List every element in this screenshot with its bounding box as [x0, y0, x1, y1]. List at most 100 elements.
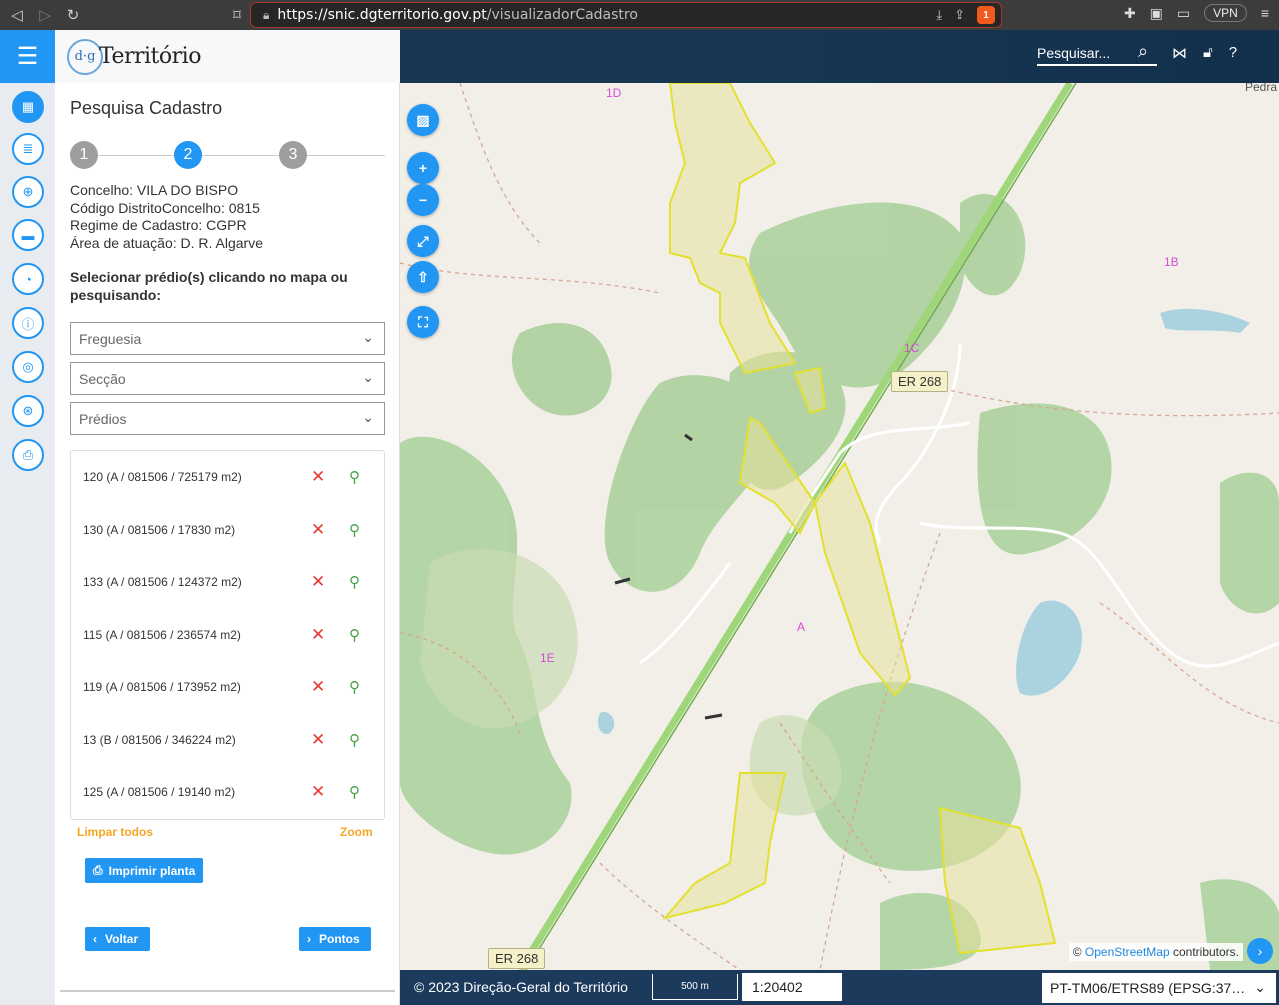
- bookmark-icon[interactable]: ⌑: [226, 4, 248, 26]
- remove-icon[interactable]: ✕: [311, 730, 325, 750]
- back-button[interactable]: ‹ Voltar: [85, 927, 150, 951]
- list-item: 130 (A / 081506 / 17830 m2) ✕ ⚲: [83, 520, 360, 540]
- layers-image-icon[interactable]: ▨: [407, 104, 439, 136]
- logo-word: Território: [99, 44, 201, 69]
- share-icon[interactable]: ⇪: [954, 7, 965, 23]
- url-text[interactable]: https://snic.dgterritorio.gov.pt/visuali…: [277, 7, 638, 23]
- remove-icon[interactable]: ✕: [311, 520, 325, 540]
- zoom-out-icon[interactable]: −: [407, 184, 439, 216]
- reload-icon[interactable]: ↻: [62, 4, 84, 26]
- chevron-down-icon: ⌄: [362, 409, 374, 425]
- concelho-text: Concelho: VILA DO BISPO: [70, 182, 239, 198]
- area-text: Área de atuação: D. R. Algarve: [70, 234, 263, 251]
- zoom-icon[interactable]: ⚲: [349, 678, 360, 696]
- install-icon[interactable]: ⤓: [936, 7, 942, 23]
- share-icon[interactable]: ⋈: [1172, 44, 1187, 62]
- remove-icon[interactable]: ✕: [311, 782, 325, 802]
- back-arrow-icon[interactable]: ◁: [6, 4, 28, 26]
- print-plan-button[interactable]: ⎙ Imprimir planta: [85, 858, 204, 883]
- regime-text: Regime de Cadastro: CGPR: [70, 217, 247, 233]
- chevron-down-icon: ⌄: [362, 329, 374, 345]
- info-icon[interactable]: ⓘ: [12, 307, 44, 339]
- app-header: ☰ d·g Território Pesquisar... ⌕ ⋈ 🔓︎ ?: [0, 30, 1279, 83]
- remove-icon[interactable]: ✕: [311, 467, 325, 487]
- area-label: 1C: [904, 341, 920, 355]
- ruler-icon[interactable]: ▬: [12, 219, 44, 251]
- zoom-icon[interactable]: ⚲: [349, 731, 360, 749]
- zoom-icon[interactable]: ⚲: [349, 626, 360, 644]
- codigo-text: Código DistritoConcelho: 0815: [70, 199, 260, 216]
- attribution-toggle-icon[interactable]: ›: [1247, 938, 1273, 964]
- remove-icon[interactable]: ✕: [311, 625, 325, 645]
- projection-select[interactable]: PT-TM06/ETRS89 (EPSG:37… ⌄: [1042, 973, 1276, 1003]
- palette-icon[interactable]: ◔: [12, 263, 44, 295]
- print-icon[interactable]: ⎙: [12, 439, 44, 471]
- extensions-icon[interactable]: ✚: [1124, 5, 1136, 22]
- zoom-icon[interactable]: ⚲: [349, 468, 360, 486]
- list-item: 120 (A / 081506 / 725179 m2) ✕ ⚲: [83, 467, 360, 487]
- predios-select[interactable]: Prédios ⌄: [70, 402, 385, 435]
- add-layer-icon[interactable]: ⊕: [12, 176, 44, 208]
- freguesia-select[interactable]: Freguesia ⌄: [70, 322, 385, 355]
- road-label: ER 268: [488, 948, 546, 969]
- zoom-icon[interactable]: ⚲: [349, 783, 360, 801]
- map-footer: © 2023 Direção-Geral do Território 500 m…: [400, 970, 1279, 1005]
- zoom-in-icon[interactable]: +: [407, 152, 439, 184]
- north-arrow-icon[interactable]: ⇧: [407, 261, 439, 293]
- address-bar[interactable]: 🔒︎ https://snic.dgterritorio.gov.pt/visu…: [250, 2, 1002, 28]
- list-item: 125 (A / 081506 / 19140 m2) ✕ ⚲: [83, 782, 360, 802]
- vpn-button[interactable]: VPN: [1204, 4, 1247, 22]
- next-button[interactable]: › Pontos: [299, 927, 371, 951]
- globe-icon[interactable]: ⊛: [12, 395, 44, 427]
- tool-rail: ▦ ≣ ⊕ ▬ ◔ ⓘ ◎ ⊛ ⎙: [0, 83, 55, 1005]
- help-icon[interactable]: ?: [1229, 44, 1237, 62]
- zoom-icon[interactable]: ⚲: [349, 521, 360, 539]
- panel-title: Pesquisa Cadastro: [70, 98, 223, 118]
- zoom-extent-icon[interactable]: ⛶: [407, 306, 439, 338]
- zoom-icon[interactable]: ⚲: [349, 573, 360, 591]
- road-label: ER 268: [891, 371, 949, 392]
- sidebar-icon[interactable]: ▣: [1150, 5, 1163, 22]
- stepper: 1 2 3: [70, 141, 385, 169]
- remove-icon[interactable]: ✕: [311, 572, 325, 592]
- step-2[interactable]: 2: [174, 141, 202, 169]
- step-3[interactable]: 3: [279, 141, 307, 169]
- lock-icon: 🔒︎: [263, 7, 270, 22]
- osm-link[interactable]: OpenStreetMap: [1085, 945, 1170, 959]
- list-item: 115 (A / 081506 / 236574 m2) ✕ ⚲: [83, 625, 360, 645]
- unlock-icon[interactable]: 🔓︎: [1203, 44, 1213, 62]
- search-icon[interactable]: ⌕: [1138, 41, 1148, 62]
- map-canvas[interactable]: ▨ + − ⤢ ⇧ ⛶ ER 268 ER 268 1D 1B 1C A 1E …: [400, 83, 1279, 970]
- step-1[interactable]: 1: [70, 141, 98, 169]
- fullscreen-icon[interactable]: ⤢: [407, 225, 439, 257]
- map-graphics: [400, 83, 1279, 970]
- print-icon: ⎙: [93, 863, 103, 877]
- area-label: 1E: [540, 651, 555, 665]
- place-label: Pedra: [1245, 83, 1278, 94]
- wallet-icon[interactable]: ▭: [1177, 5, 1190, 22]
- target-icon[interactable]: ◎: [12, 351, 44, 383]
- scale-input[interactable]: 1:20402: [742, 973, 842, 1001]
- list-item: 133 (A / 081506 / 124372 m2) ✕ ⚲: [83, 572, 360, 592]
- menu-icon[interactable]: ≡: [1261, 5, 1269, 21]
- brave-shield-icon[interactable]: 1: [977, 6, 995, 24]
- forward-arrow-icon[interactable]: ▷: [34, 4, 56, 26]
- scale-bar: 500 m: [652, 974, 738, 1000]
- map-attribution: © OpenStreetMap contributors.: [1068, 943, 1243, 961]
- list-item: 13 (B / 081506 / 346224 m2) ✕ ⚲: [83, 730, 360, 750]
- copyright-text: © 2023 Direção-Geral do Território: [414, 979, 628, 995]
- chevron-down-icon: ⌄: [362, 369, 374, 385]
- parcel-list: 120 (A / 081506 / 725179 m2) ✕ ⚲ 130 (A / …: [70, 450, 385, 820]
- zoom-all-link[interactable]: Zoom: [340, 825, 373, 839]
- area-label: A: [797, 620, 806, 634]
- seccao-select[interactable]: Secção ⌄: [70, 362, 385, 395]
- hamburger-menu-icon[interactable]: ☰: [0, 30, 55, 83]
- grid-icon[interactable]: ▦: [12, 91, 44, 123]
- clear-all-link[interactable]: Limpar todos: [77, 825, 153, 839]
- remove-icon[interactable]: ✕: [311, 677, 325, 697]
- logo: d·g Território: [55, 30, 400, 83]
- list-icon[interactable]: ≣: [12, 133, 44, 165]
- chevron-left-icon: ‹: [93, 932, 97, 946]
- browser-toolbar: ◁ ▷ ↻ ⌑ 🔒︎ https://snic.dgterritorio.gov…: [0, 0, 1279, 30]
- area-label: 1B: [1164, 255, 1179, 269]
